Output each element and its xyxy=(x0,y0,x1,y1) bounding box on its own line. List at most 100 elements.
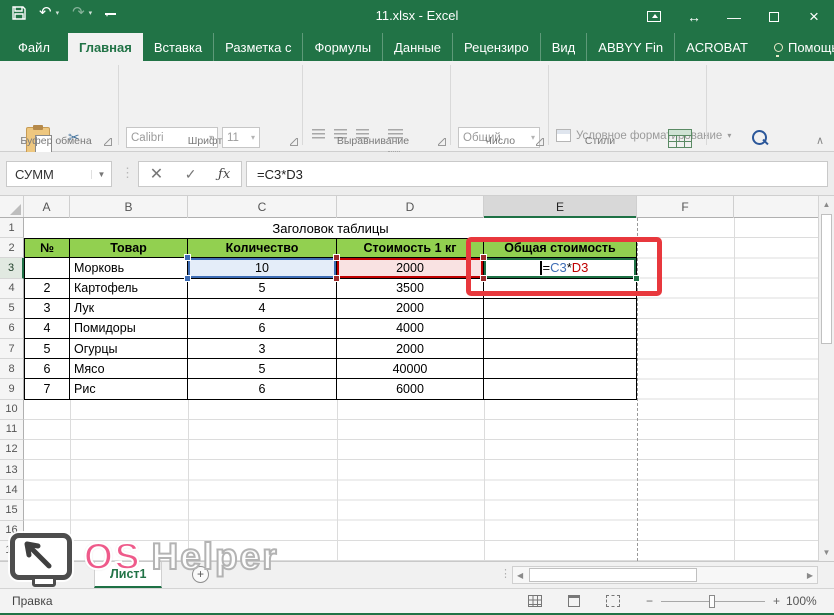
tab-data[interactable]: Данные xyxy=(382,33,452,61)
cell-d8[interactable]: 40000 xyxy=(337,359,484,379)
cell-d9[interactable]: 6000 xyxy=(337,379,484,399)
collapse-ribbon-icon[interactable]: ∧ xyxy=(816,134,824,147)
maximize-icon[interactable] xyxy=(754,9,794,25)
fullscreen-toggle-icon[interactable]: ↔ xyxy=(674,9,714,25)
zoom-slider[interactable] xyxy=(661,601,765,602)
row-header[interactable]: 6 xyxy=(0,319,24,339)
vertical-scroll-thumb[interactable] xyxy=(821,214,832,344)
zoom-slider-thumb[interactable] xyxy=(709,595,715,608)
tab-help[interactable]: Помощь xyxy=(763,33,834,61)
name-box-dropdown-icon[interactable]: ▼ xyxy=(91,170,111,179)
cell-b7[interactable]: Огурцы xyxy=(70,339,188,359)
header-cell-d2[interactable]: Стоимость 1 кг xyxy=(337,238,484,258)
cell-b9[interactable]: Рис xyxy=(70,379,188,399)
cell-e9[interactable] xyxy=(484,379,637,399)
horizontal-scrollbar[interactable]: ◀ ▶ xyxy=(512,566,818,584)
cell-c8[interactable]: 5 xyxy=(188,359,337,379)
col-header-b[interactable]: B xyxy=(70,196,188,218)
tab-home[interactable]: Главная xyxy=(68,33,143,61)
cell-b6[interactable]: Помидоры xyxy=(70,319,188,339)
cell-a6[interactable]: 4 xyxy=(24,319,70,339)
row-header[interactable]: 12 xyxy=(0,440,24,460)
row-header[interactable]: 11 xyxy=(0,420,24,440)
scroll-down-icon[interactable]: ▼ xyxy=(821,548,832,557)
cancel-icon[interactable]: ✕ xyxy=(150,164,163,184)
zoom-percentage[interactable]: 100% xyxy=(786,594,817,608)
tab-view[interactable]: Вид xyxy=(540,33,587,61)
cell-c5[interactable]: 4 xyxy=(188,299,337,319)
cell-a3[interactable] xyxy=(24,258,70,278)
name-box[interactable]: СУММ ▼ xyxy=(6,161,112,187)
cell-b5[interactable]: Лук xyxy=(70,299,188,319)
col-header-c[interactable]: C xyxy=(188,196,337,218)
row-header[interactable]: 9 xyxy=(0,379,24,399)
enter-icon[interactable]: ✓ xyxy=(185,166,197,183)
cell-e6[interactable] xyxy=(484,319,637,339)
formula-input[interactable]: =C3*D3 xyxy=(246,161,828,187)
zoom-in-icon[interactable]: + xyxy=(773,594,780,608)
cell-c3-referenced[interactable]: 10 xyxy=(188,258,337,278)
row-header[interactable]: 8 xyxy=(0,359,24,379)
page-layout-view-icon[interactable] xyxy=(568,595,580,607)
row-header[interactable]: 13 xyxy=(0,460,24,480)
scroll-left-icon[interactable]: ◀ xyxy=(517,571,523,580)
cell-e5[interactable] xyxy=(484,299,637,319)
cell-a4[interactable]: 2 xyxy=(24,279,70,299)
cell-d4[interactable]: 3500 xyxy=(337,279,484,299)
row-header-selected[interactable]: 3 xyxy=(0,258,24,278)
cell-a9[interactable]: 7 xyxy=(24,379,70,399)
cell-a7[interactable]: 5 xyxy=(24,339,70,359)
scroll-up-icon[interactable]: ▲ xyxy=(821,200,832,209)
col-header-f[interactable]: F xyxy=(637,196,734,218)
tab-abbyy[interactable]: ABBYY Fin xyxy=(586,33,674,61)
number-dialog-launcher-icon[interactable] xyxy=(536,138,544,146)
row-header[interactable]: 4 xyxy=(0,279,24,299)
cells-area[interactable]: Заголовок таблицы № Товар Количество Сто… xyxy=(24,218,818,561)
page-break-view-icon[interactable] xyxy=(606,595,620,607)
cell-d5[interactable]: 2000 xyxy=(337,299,484,319)
col-header-d[interactable]: D xyxy=(337,196,484,218)
col-header-partial[interactable] xyxy=(734,196,818,218)
row-header[interactable]: 15 xyxy=(0,500,24,520)
tab-acrobat[interactable]: ACROBAT xyxy=(674,33,759,61)
cell-b4[interactable]: Картофель xyxy=(70,279,188,299)
tab-review[interactable]: Рецензиро xyxy=(452,33,540,61)
col-header-e[interactable]: E xyxy=(484,196,637,218)
clipboard-dialog-launcher-icon[interactable] xyxy=(104,138,112,146)
header-cell-c2[interactable]: Количество xyxy=(188,238,337,258)
cell-e7[interactable] xyxy=(484,339,637,359)
tab-insert[interactable]: Вставка xyxy=(143,33,213,61)
cell-e8[interactable] xyxy=(484,359,637,379)
ribbon-display-options-icon[interactable] xyxy=(634,9,674,25)
table-title-cell[interactable]: Заголовок таблицы xyxy=(24,218,637,238)
col-header-a[interactable]: A xyxy=(24,196,70,218)
row-header[interactable]: 1 xyxy=(0,218,24,238)
cell-b3[interactable]: Морковь xyxy=(70,258,188,278)
cell-c4[interactable]: 5 xyxy=(188,279,337,299)
scroll-right-icon[interactable]: ▶ xyxy=(807,571,813,580)
cell-d7[interactable]: 2000 xyxy=(337,339,484,359)
horizontal-scroll-thumb[interactable] xyxy=(529,568,697,582)
header-cell-a2[interactable]: № xyxy=(24,238,70,258)
cell-b8[interactable]: Мясо xyxy=(70,359,188,379)
font-dialog-launcher-icon[interactable] xyxy=(290,138,298,146)
cell-a8[interactable]: 6 xyxy=(24,359,70,379)
cell-d6[interactable]: 4000 xyxy=(337,319,484,339)
row-header[interactable]: 2 xyxy=(0,238,24,258)
row-header[interactable]: 10 xyxy=(0,400,24,420)
cell-a5[interactable]: 3 xyxy=(24,299,70,319)
insert-function-icon[interactable]: ƒx xyxy=(218,167,230,182)
cell-d3-referenced[interactable]: 2000 xyxy=(337,258,484,278)
cell-c9[interactable]: 6 xyxy=(188,379,337,399)
alignment-dialog-launcher-icon[interactable] xyxy=(438,138,446,146)
close-icon[interactable]: × xyxy=(794,7,834,27)
select-all-corner[interactable] xyxy=(0,196,24,217)
vertical-scrollbar[interactable]: ▲ ▼ xyxy=(818,196,834,561)
zoom-out-icon[interactable]: − xyxy=(646,594,653,608)
row-header[interactable]: 14 xyxy=(0,480,24,500)
minimize-icon[interactable]: — xyxy=(714,9,754,25)
cell-c7[interactable]: 3 xyxy=(188,339,337,359)
tab-page-layout[interactable]: Разметка с xyxy=(213,33,302,61)
formula-bar-resize-handle[interactable]: ⋮ xyxy=(121,165,132,181)
row-header[interactable]: 7 xyxy=(0,339,24,359)
